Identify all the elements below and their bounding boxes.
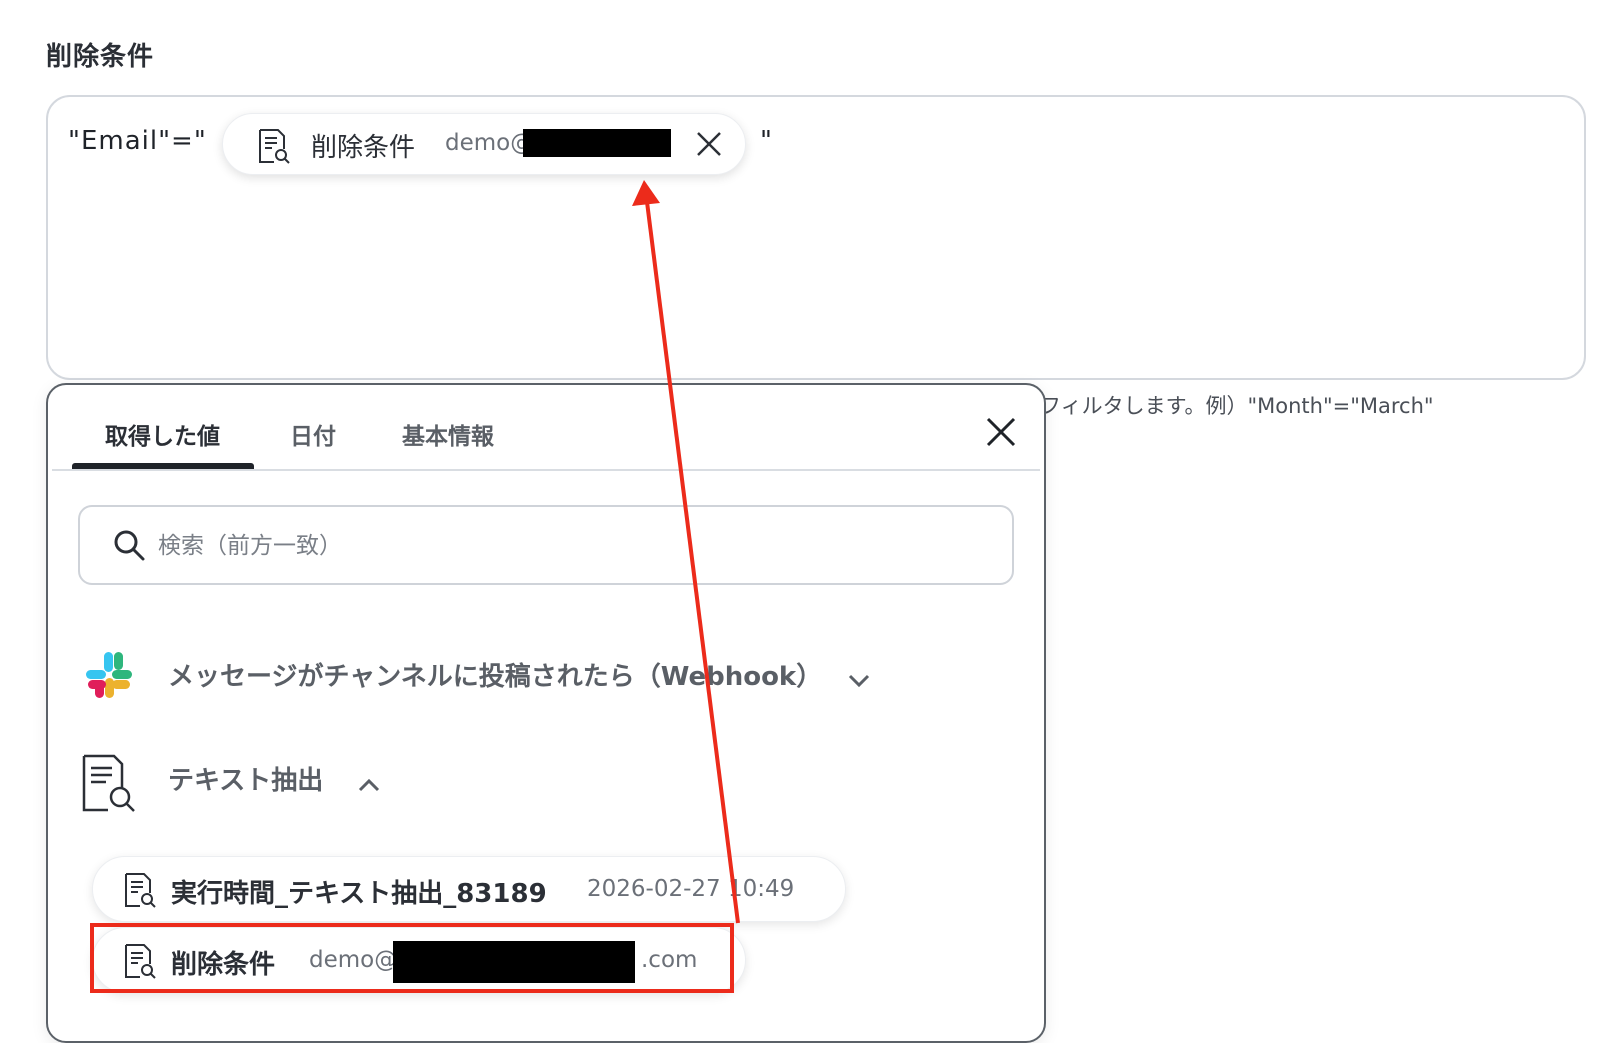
list-item[interactable]: 実行時間_テキスト抽出_83189 2026-02-27 10:49 bbox=[92, 856, 846, 922]
expression-suffix-text: " bbox=[760, 126, 772, 156]
token-value: demo@ bbox=[445, 130, 534, 156]
document-search-icon bbox=[259, 129, 290, 164]
close-icon[interactable] bbox=[984, 415, 1018, 449]
token-label: 削除条件 bbox=[311, 133, 416, 163]
search-icon bbox=[114, 530, 145, 561]
tab-retrieved-values[interactable]: 取得した値 bbox=[105, 417, 220, 451]
inserted-token-chip[interactable]: 削除条件 demo@ bbox=[222, 113, 746, 175]
slack-icon bbox=[86, 652, 132, 698]
annotation-highlight-box bbox=[90, 923, 734, 993]
item-value: 2026-02-27 10:49 bbox=[587, 876, 795, 902]
tab-basic-info[interactable]: 基本情報 bbox=[402, 417, 494, 451]
document-search-icon bbox=[82, 754, 135, 812]
close-icon[interactable] bbox=[693, 128, 725, 160]
item-label: 実行時間_テキスト抽出_83189 bbox=[171, 879, 547, 909]
chevron-down-icon[interactable] bbox=[846, 668, 872, 694]
group-title-text-extraction[interactable]: テキスト抽出 bbox=[168, 760, 323, 797]
search-input[interactable] bbox=[156, 527, 980, 565]
document-search-icon bbox=[125, 873, 156, 908]
chevron-up-icon[interactable] bbox=[356, 772, 382, 798]
tab-divider bbox=[52, 469, 1040, 471]
section-label: 削除条件 bbox=[46, 42, 155, 72]
tab-date[interactable]: 日付 bbox=[290, 417, 336, 451]
group-title-slack-webhook[interactable]: メッセージがチャンネルに投稿されたら（Webhook） bbox=[168, 656, 822, 693]
redaction-bar bbox=[523, 129, 671, 157]
expression-prefix-text: "Email"=" bbox=[68, 126, 207, 156]
helper-text: フィルタします。例）"Month"="March" bbox=[1040, 394, 1434, 418]
